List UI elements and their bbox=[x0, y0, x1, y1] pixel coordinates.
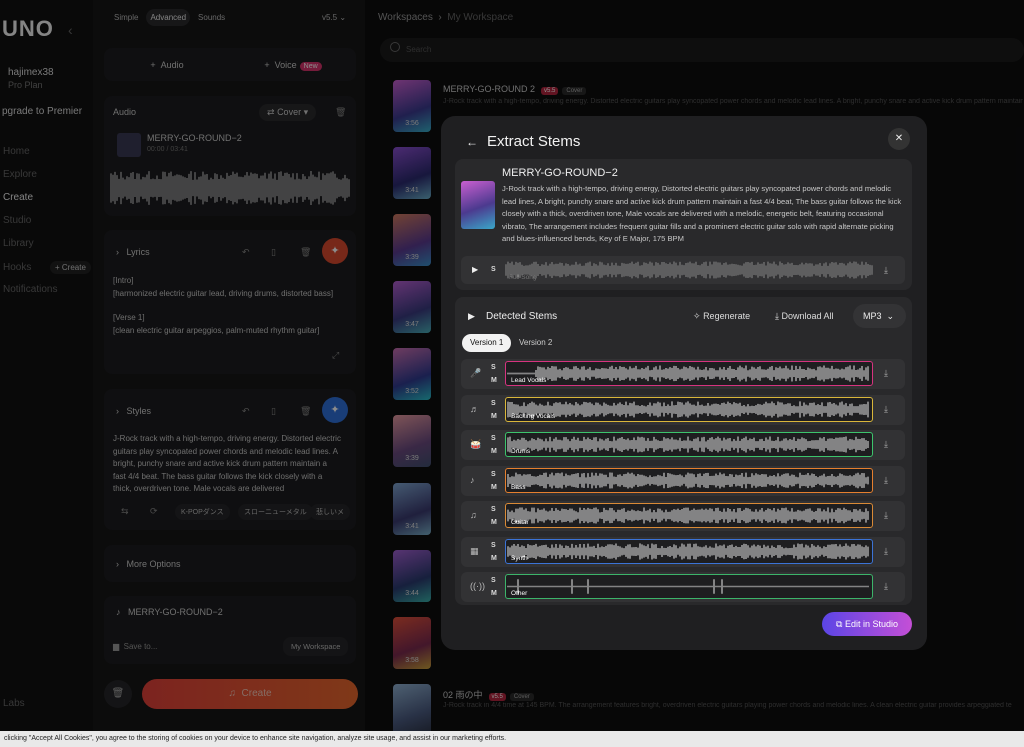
song-description: J-Rock track with a high-tempo, driving … bbox=[502, 184, 902, 244]
stem-label: Guitar bbox=[511, 519, 529, 526]
close-icon[interactable]: ✕ bbox=[888, 128, 910, 150]
waveform-svg bbox=[507, 579, 869, 594]
detected-stems-title: Detected Stems bbox=[486, 311, 558, 322]
stem-label: Bass bbox=[511, 484, 526, 491]
full-song-waveform[interactable]: Full Song bbox=[505, 259, 873, 281]
song-title: MERRY-GO-ROUND−2 bbox=[502, 167, 618, 179]
stem-label: Drums bbox=[511, 448, 531, 455]
download-stem-icon[interactable]: ⤓ bbox=[884, 546, 888, 557]
download-stem-icon[interactable]: ⤓ bbox=[884, 510, 888, 521]
sparkle-icon: ✧ bbox=[693, 311, 701, 321]
download-stem-icon[interactable]: ⤓ bbox=[884, 368, 888, 379]
bass-guitar-icon: ♪ bbox=[470, 475, 475, 485]
waveform-svg bbox=[507, 365, 869, 382]
chevron-down-icon: ⌄ bbox=[886, 311, 895, 321]
solo-button[interactable]: S bbox=[491, 469, 496, 480]
song-cover-art bbox=[461, 181, 495, 229]
stem-label: Lead Vocals bbox=[511, 377, 547, 384]
format-select[interactable]: MP3 ⌄ bbox=[853, 304, 906, 328]
stem-label: Backing Vocals bbox=[511, 413, 556, 420]
solo-button[interactable]: S bbox=[491, 266, 496, 273]
studio-icon: ⧉ bbox=[836, 619, 843, 629]
download-all-button[interactable]: ⤓ Download All bbox=[775, 311, 834, 322]
stem-waveform[interactable]: Guitar bbox=[505, 503, 873, 528]
download-stem-icon[interactable]: ⤓ bbox=[884, 439, 888, 450]
mute-button[interactable]: M bbox=[491, 375, 497, 386]
modal-title: Extract Stems bbox=[487, 133, 581, 150]
solo-button[interactable]: S bbox=[491, 433, 496, 444]
microphone-icon: 🎤 bbox=[470, 368, 482, 378]
waveform-svg bbox=[507, 436, 869, 453]
waveform-svg bbox=[507, 401, 869, 418]
mute-button[interactable]: M bbox=[491, 446, 497, 457]
stem-label: Synth bbox=[511, 555, 528, 562]
synth-icon: ▦ bbox=[470, 546, 479, 556]
tab-version-1[interactable]: Version 1 bbox=[462, 334, 512, 352]
mute-button[interactable]: M bbox=[491, 482, 497, 493]
regenerate-button[interactable]: ✧ Regenerate bbox=[693, 311, 750, 322]
waveform-svg bbox=[507, 507, 869, 524]
waveform-svg bbox=[507, 543, 869, 560]
stem-label: Other bbox=[511, 590, 528, 597]
solo-button[interactable]: S bbox=[491, 540, 496, 551]
solo-button[interactable]: S bbox=[491, 398, 496, 409]
mute-button[interactable]: M bbox=[491, 411, 497, 422]
solo-button[interactable]: S bbox=[491, 575, 496, 586]
tab-version-2[interactable]: Version 2 bbox=[511, 334, 560, 352]
cookie-banner: clicking "Accept All Cookies", you agree… bbox=[0, 731, 1024, 747]
guitar-icon: ♫ bbox=[470, 510, 477, 520]
stem-waveform[interactable]: Drums bbox=[505, 432, 873, 457]
solo-button[interactable]: S bbox=[491, 362, 496, 373]
edit-in-studio-button[interactable]: ⧉ Edit in Studio bbox=[822, 612, 912, 636]
download-full-icon[interactable]: ⤓ bbox=[884, 265, 888, 276]
stem-waveform[interactable]: Backing Vocals bbox=[505, 397, 873, 422]
mute-button[interactable]: M bbox=[491, 553, 497, 564]
download-stem-icon[interactable]: ⤓ bbox=[884, 404, 888, 415]
stems-play-icon[interactable]: ▶ bbox=[468, 311, 475, 322]
stem-waveform[interactable]: Synth bbox=[505, 539, 873, 564]
stem-waveform[interactable]: Other bbox=[505, 574, 873, 599]
play-icon[interactable]: ▶ bbox=[472, 265, 478, 274]
solo-button[interactable]: S bbox=[491, 504, 496, 515]
drums-icon: 🥁 bbox=[470, 439, 482, 449]
stem-waveform[interactable]: Bass bbox=[505, 468, 873, 493]
download-stem-icon[interactable]: ⤓ bbox=[884, 475, 888, 486]
download-stem-icon[interactable]: ⤓ bbox=[884, 581, 888, 592]
stem-waveform[interactable]: Lead Vocals bbox=[505, 361, 873, 386]
back-arrow-icon[interactable]: ← bbox=[466, 135, 478, 149]
mute-button[interactable]: M bbox=[491, 517, 497, 528]
mute-button[interactable]: M bbox=[491, 588, 497, 599]
download-icon: ⤓ bbox=[775, 311, 779, 321]
backing-vocals-icon: ♬ bbox=[470, 404, 479, 414]
waves-icon: ((·)) bbox=[470, 581, 485, 591]
waveform-svg bbox=[507, 472, 869, 489]
